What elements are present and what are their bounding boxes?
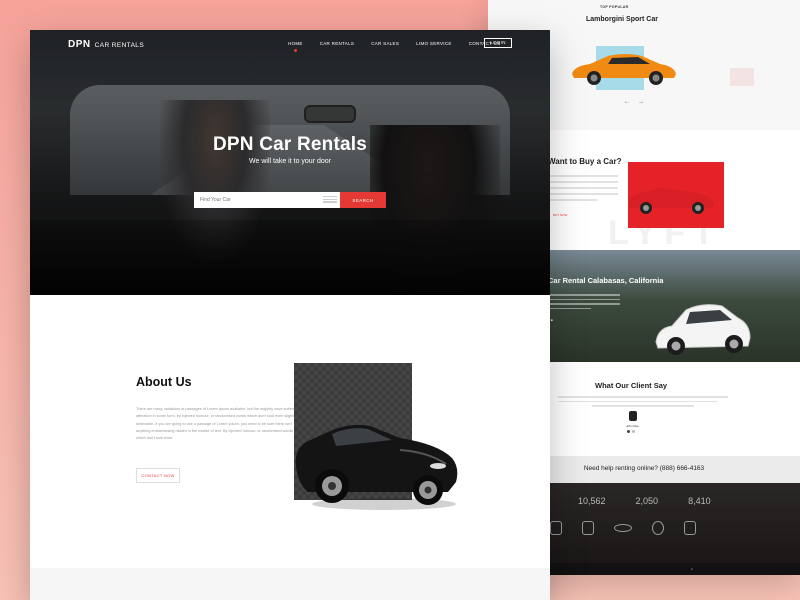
buy-now-link[interactable]: BUY NOW <box>553 213 567 217</box>
car-search-form: SEARCH <box>194 192 386 208</box>
hero-subtitle: We will take it to your door <box>249 158 331 165</box>
rental-location-text <box>548 294 620 312</box>
footer-right-text: ■ <box>691 567 693 571</box>
search-button[interactable]: SEARCH <box>340 192 386 208</box>
dot-2[interactable] <box>632 430 635 433</box>
search-filter-hint <box>323 196 337 204</box>
brand-logo[interactable]: DPN CAR RENTALS <box>68 39 144 50</box>
featured-tabs: TOP POPULAR <box>600 5 652 9</box>
black-sports-car-image <box>295 424 458 510</box>
brand-suffix: CAR RENTALS <box>94 42 145 49</box>
hero-section: DPN CAR RENTALS HOME CAR RENTALS CAR SAL… <box>30 30 550 295</box>
lamborghini-logo-icon <box>550 521 562 535</box>
dot-1[interactable] <box>627 430 630 433</box>
rental-location-title: Car Rental Calabasas, California <box>548 276 664 285</box>
stat-1: 10,562 <box>578 496 606 506</box>
client-name: John Doe <box>626 424 639 428</box>
brand-name: DPN <box>68 39 91 50</box>
white-hatchback-image <box>655 304 751 355</box>
stat-3: 8,410 <box>688 496 711 506</box>
brand-logos <box>550 521 696 535</box>
bmw-logo-icon <box>652 521 664 535</box>
testimonials-title: What Our Client Say <box>595 381 668 390</box>
main-menu: HOME CAR RENTALS CAR SALES LIMO SERVICE … <box>288 41 501 52</box>
next-section-band <box>30 568 550 600</box>
about-text: There are many variations of passages of… <box>136 407 298 441</box>
carousel-arrows: ← → <box>624 99 644 105</box>
avatar <box>629 411 637 421</box>
arrow-right-icon[interactable]: → <box>638 99 644 105</box>
testimonial-text <box>558 396 728 410</box>
login-button[interactable]: LOGIN <box>484 38 512 48</box>
rolls-royce-logo-icon <box>684 521 696 535</box>
search-input[interactable] <box>194 192 340 208</box>
tab-top-popular[interactable]: TOP POPULAR <box>600 5 628 9</box>
top-navigation: DPN CAR RENTALS HOME CAR RENTALS CAR SAL… <box>30 30 550 58</box>
arrow-left-icon[interactable]: ← <box>624 99 630 105</box>
next-car-thumbnail[interactable] <box>730 68 754 86</box>
about-title: About Us <box>136 375 192 389</box>
red-convertible-image <box>628 188 714 214</box>
nav-home[interactable]: HOME <box>288 41 303 52</box>
rental-more-link[interactable]: ■ <box>551 318 553 322</box>
contact-now-button[interactable]: CONTACT NOW <box>136 468 180 483</box>
audi-logo-icon <box>614 524 632 532</box>
porsche-logo-icon <box>582 521 594 535</box>
stats: 10,562 2,050 8,410 <box>578 496 711 506</box>
nav-car-rentals[interactable]: CAR RENTALS <box>320 41 354 46</box>
buy-car-text <box>548 175 618 205</box>
stat-2: 2,050 <box>635 496 659 506</box>
nav-car-sales[interactable]: CAR SALES <box>371 41 399 46</box>
hero-title: DPN Car Rentals <box>213 134 367 155</box>
nav-limo-service[interactable]: LIMO SERVICE <box>416 41 452 46</box>
testimonial-dots <box>627 430 635 433</box>
orange-sports-car-image <box>572 54 676 85</box>
buy-car-title: Want to Buy a Car? <box>548 157 622 166</box>
main-page-preview: DPN CAR RENTALS HOME CAR RENTALS CAR SAL… <box>30 30 550 600</box>
featured-car-title: Lamborgini Sport Car <box>586 16 658 23</box>
